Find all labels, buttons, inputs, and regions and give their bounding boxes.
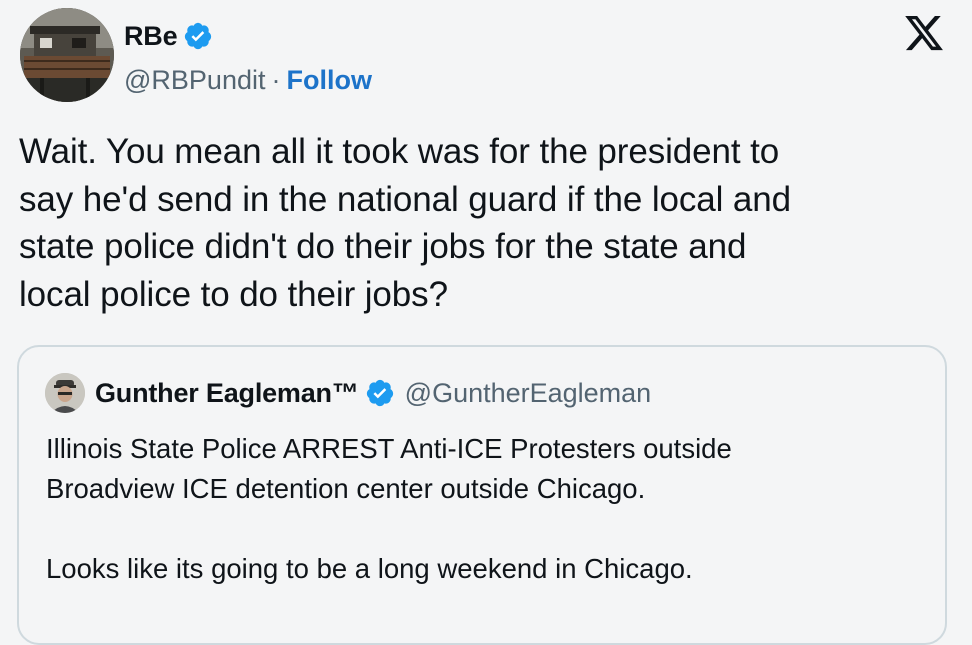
quoted-tweet-header: Gunther Eagleman™ @GuntherEagleman bbox=[45, 371, 651, 415]
profile-photo-icon bbox=[20, 8, 114, 102]
tweet-card: RBe @RBPundit · Follow Wait. You mean al… bbox=[0, 0, 972, 645]
profile-photo-icon bbox=[45, 373, 85, 413]
separator-dot: · bbox=[271, 64, 281, 95]
verified-badge-icon bbox=[185, 22, 212, 50]
author-name-row: RBe bbox=[124, 16, 213, 56]
author-display-name[interactable]: RBe bbox=[124, 21, 178, 52]
quoted-author-display-name[interactable]: Gunther Eagleman™ bbox=[95, 378, 359, 409]
quoted-author-avatar[interactable] bbox=[45, 373, 85, 413]
author-handle[interactable]: @RBPundit bbox=[124, 65, 265, 96]
quoted-tweet-text: Illinois State Police ARREST Anti-ICE Pr… bbox=[46, 433, 732, 584]
quoted-tweet[interactable]: Gunther Eagleman™ @GuntherEagleman Illin… bbox=[17, 345, 947, 645]
quoted-author-handle[interactable]: @GuntherEagleman bbox=[405, 378, 652, 409]
author-avatar[interactable] bbox=[20, 8, 114, 102]
tweet-text: Wait. You mean all it took was for the p… bbox=[19, 132, 792, 314]
verified-badge-icon bbox=[366, 379, 393, 407]
follow-button[interactable]: Follow bbox=[286, 65, 371, 96]
author-handle-row: @RBPundit · Follow bbox=[124, 60, 372, 100]
x-logo-icon[interactable] bbox=[902, 12, 946, 54]
